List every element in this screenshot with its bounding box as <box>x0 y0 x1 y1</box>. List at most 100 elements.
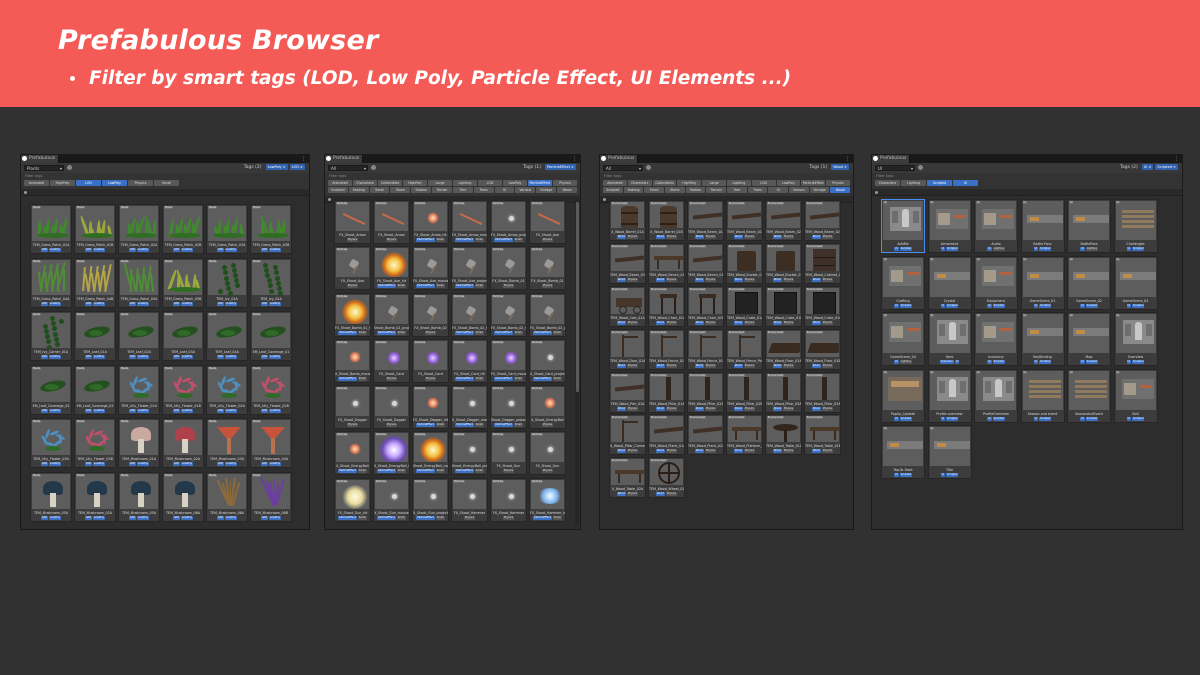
filter-tag-button[interactable]: Animated <box>603 180 627 186</box>
prefab-card[interactable]: Environment TEM_Wood_Chair_01B Wood Physics <box>687 285 724 327</box>
prefab-card[interactable]: Plants TEM_Lilly_Flower_03B LOD LowPoly <box>74 418 116 468</box>
prefab-card[interactable]: Environment TEM_Wood_Cart_01A Wood Physics <box>609 285 646 327</box>
more-options-icon[interactable]: ⋮ <box>301 155 306 163</box>
prefab-card[interactable]: Environment TEM_Wood_Pier_01A Wood Physics <box>609 371 646 413</box>
prefab-card[interactable]: Environment TEM_Wood_Plank_01A Wood Physics <box>648 414 685 456</box>
prefab-card[interactable]: Plants TEM_Leaf_04A LOD LowPoly <box>206 311 248 361</box>
filter-tag-button[interactable]: Stone <box>665 187 685 193</box>
filter-tag-button[interactable]: UI <box>768 187 789 193</box>
active-tag-chip[interactable]: ParticleEffect × <box>544 164 576 170</box>
prefab-card[interactable]: Plants TEM_Grass_Patch_02B LOD LowPoly <box>162 204 204 254</box>
prefab-card[interactable]: Particles X_Shoot_Gun_mouse ParticleEffect… <box>373 477 410 522</box>
prefab-card[interactable]: Environment TEM_Wood_Pillar_02A Wood Physic… <box>687 371 724 413</box>
prefab-card[interactable]: Environment TEM_Wood_Chair_01A Wood Physics <box>648 285 685 327</box>
prefab-card[interactable]: Particles Shoot_Bomb_01_proje ParticleEffe… <box>373 292 410 337</box>
prefab-card[interactable]: UI Title UI Scripted <box>927 425 972 479</box>
prefab-card[interactable]: Particles X_Shoot_EnergyBall ParticleEffec… <box>334 431 371 476</box>
filter-tag-button[interactable]: Wood <box>557 187 577 193</box>
prefab-card[interactable]: Plants TEM_Grass_Patch_02A LOD LowPoly <box>118 204 160 254</box>
category-dropdown[interactable]: All <box>603 165 643 171</box>
prefab-card[interactable]: Particles FX_Shoot_Bomb_02_projeParticleE… <box>529 292 566 337</box>
prefab-card[interactable]: Plants TEM_Leaf_01A LOD LowPoly <box>74 311 116 361</box>
prefab-card[interactable]: Environment TEM_Wood_Beam_02A Wood Physics <box>765 200 802 241</box>
prefab-card[interactable]: Plants TEM_Mushroom_06A LOD LowPoly <box>206 471 248 522</box>
filter-tag-button[interactable]: Stone <box>390 187 411 193</box>
prefab-card[interactable]: Particles FX_Shoot_Card_hit ParticleEffect… <box>451 338 488 383</box>
prefab-card[interactable]: Plants TEM_Mushroom_05A LOD LowPoly <box>30 471 72 522</box>
prefab-card[interactable]: Plants TEM_Mushroom_01A LOD LowPoly <box>118 418 160 468</box>
prefab-card[interactable]: Particles FX_Shoot_Bomb_01_hit ParticleEff… <box>334 292 371 337</box>
prefab-card[interactable]: Plants TEM_Mushroom_05A LOD LowPoly <box>118 471 160 522</box>
prefab-card[interactable]: Particles FX_Shoot_Dagger Physics <box>373 385 410 430</box>
filter-tag-button[interactable]: Terrain <box>706 187 727 193</box>
prefab-card[interactable]: Plants TEM_Mushroom_06A LOD LowPoly <box>162 471 204 522</box>
prefab-card[interactable]: UI GameScene_02 UI Scripted <box>1067 255 1111 310</box>
prefab-card[interactable]: Particles X_Shoot_Dagger_mouseParticleEff… <box>451 385 488 430</box>
prefab-card[interactable]: Particles FX_Shoot_Arrow_hit ParticleEffec… <box>412 200 449 244</box>
prefab-card[interactable]: Particles FX_Shoot_Bomb_01 Physics <box>529 246 566 291</box>
prefab-card[interactable]: Particles FX_Shoot_Card_mouse ParticleEffe… <box>490 338 527 383</box>
prefab-card[interactable]: Environment X_Wood_Barrel_01A Wood Physics <box>609 200 646 241</box>
settings-icon[interactable] <box>67 165 72 170</box>
prefab-card[interactable]: Plants TEM_Ivy_Corner_01A LOD LowPoly <box>30 311 72 361</box>
filter-tag-button[interactable]: Physics <box>826 180 850 186</box>
prefab-card[interactable]: Plants EM_Leaf_Coverage_02 LOD LowPoly <box>30 364 72 415</box>
prefab-card[interactable]: Environment TEM_Wood_Beam_03B Wood Physics <box>609 242 646 284</box>
prefab-card[interactable]: Environment X_Wood_Barrel_01B Wood Physics <box>648 200 685 241</box>
prefab-card[interactable]: Particles Shoot_EnergyBall_proje ParticleE… <box>451 431 488 476</box>
prefab-card[interactable]: Plants TEM_Leaf_03A LOD LowPoly <box>162 311 204 361</box>
prefab-card[interactable]: Environment TEM_Wood_Crate_01B Wood Physics <box>765 285 802 327</box>
filter-tag-button[interactable]: Various <box>789 187 809 193</box>
prefab-card[interactable]: Particles FX_Shoot_Arrow Physics <box>373 200 410 244</box>
prefab-card[interactable]: Particles X_Shoot_EnergyBall_hit ParticleE… <box>373 431 410 476</box>
filter-tag-button[interactable]: Characters <box>353 180 377 186</box>
prefab-card[interactable]: Environment TEM_Wood_Bench_01B Wood Physics <box>687 242 724 284</box>
prefab-card[interactable]: Environment TEM_Wood_Bucket_01B Wood Physic… <box>765 242 802 284</box>
prefab-card[interactable]: Particles FX_Shoot_Hammer Physics <box>451 477 488 522</box>
prefab-card[interactable]: Environment TEM_Wood_Crate_01A Wood Physics <box>726 285 763 327</box>
filter-tag-button[interactable]: Tree <box>727 187 747 193</box>
prefab-card[interactable]: UI Overview UI Scripted <box>1113 312 1158 366</box>
prefab-card[interactable]: Plants TEM_Mushroom_03A LOD LowPoly <box>206 418 248 468</box>
more-options-icon[interactable]: ⋮ <box>845 155 850 163</box>
prefab-card[interactable]: Plants TEM_Lilly_Flower_02A LOD LowPoly <box>206 364 248 415</box>
prefab-card[interactable]: Plants EM_Leaf_Coverage_03 LOD LowPoly <box>74 364 116 415</box>
prefab-card[interactable]: UI Battle Pass UI Scripted <box>1020 199 1065 253</box>
prefab-card[interactable]: Environment TEM_Wood_Cabinet_01 Wood Physic… <box>804 242 841 284</box>
prefab-card[interactable]: UI Hero Character UI <box>927 312 972 366</box>
vertical-scrollbar[interactable] <box>575 200 579 525</box>
prefab-card[interactable]: Plants TEM_Grass_Patch_05A LOD LowPoly <box>118 257 160 308</box>
prefab-card[interactable]: Environment TEM_Wood_Fence_01B Wood Physics <box>687 328 724 370</box>
category-dropdown[interactable]: UI <box>875 165 915 171</box>
prefab-card[interactable]: Plants TEM_Mushroom_02A LOD LowPoly <box>162 418 204 468</box>
filter-tag-button[interactable]: ParticleEffect <box>528 180 552 186</box>
filter-tag-button[interactable]: Collectibles <box>652 180 677 186</box>
prefab-card[interactable]: Plants TEM_Grass_Patch_04A LOD LowPoly <box>30 257 72 308</box>
settings-icon[interactable] <box>371 165 376 170</box>
prefab-card[interactable]: Environment TEM_Wood_Table_01B Wood Physics <box>804 414 841 456</box>
category-dropdown[interactable]: Plants <box>24 165 64 171</box>
active-tag-chip[interactable]: UI × <box>1141 164 1154 170</box>
prefab-card[interactable]: UI Season and event UI Scripted <box>1020 368 1065 423</box>
prefab-card[interactable]: Environment TEM_Wood_Bench_01A Wood Physics <box>648 242 685 284</box>
prefab-card[interactable]: Particles FX_Shoot_Arrow Physics <box>334 200 371 244</box>
prefab-card[interactable]: Environment X_Wood_Table_02A Wood Physics <box>609 457 646 499</box>
category-dropdown[interactable]: All <box>328 165 368 171</box>
filter-tag-button[interactable]: Physics <box>553 180 577 186</box>
filter-tag-button[interactable]: HighPoly <box>677 180 702 186</box>
filter-tag-button[interactable]: Lighting <box>453 180 477 186</box>
prefab-card[interactable]: Particles FX_Shoot_Bomb_02 Physics <box>412 292 449 337</box>
filter-tag-button[interactable]: Characters <box>875 180 900 186</box>
prefab-card[interactable]: Plants TEM_Grass_Patch_04B LOD LowPoly <box>74 257 116 308</box>
prefab-card[interactable]: Plants TEM_Grass_Patch_05B LOD LowPoly <box>162 257 204 308</box>
window-tab[interactable]: Prefabulous <box>600 155 639 163</box>
filter-tag-button[interactable]: Scripted <box>328 187 348 193</box>
filter-tag-button[interactable]: Collectibles <box>378 180 402 186</box>
prefab-card[interactable]: Particles FX_Shoot_Hammer Physics <box>490 477 527 522</box>
filter-tag-button[interactable]: LowPoly <box>102 180 127 186</box>
prefab-card[interactable]: UI Audio UI Lighting <box>974 199 1018 253</box>
prefab-card[interactable]: UI Challenges UI Scripted <box>1113 199 1158 253</box>
prefab-card[interactable]: UI Map UI Scripted <box>1067 312 1111 366</box>
prefab-card[interactable]: Particles FX_Shoot_Axe Physics <box>529 200 566 244</box>
prefab-card[interactable]: Particles FX_Shoot_Axe_hit ParticleEffect S… <box>373 246 410 291</box>
